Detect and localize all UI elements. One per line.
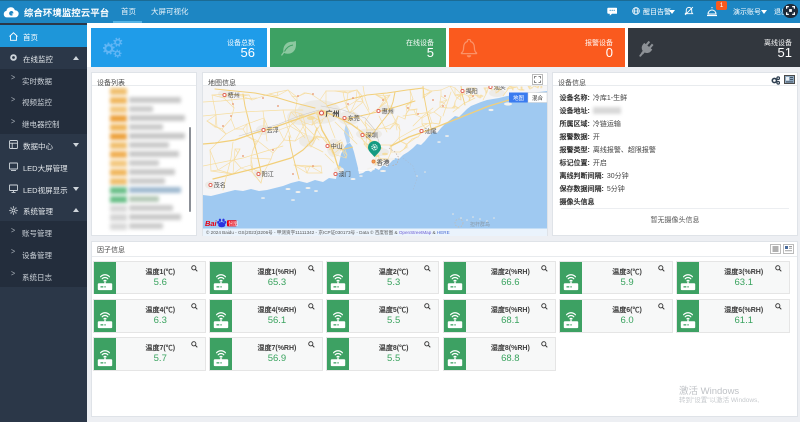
svg-text:东莞: 东莞 bbox=[348, 115, 360, 123]
svg-text:中山: 中山 bbox=[331, 143, 343, 151]
svg-text:地图: 地图 bbox=[513, 94, 525, 102]
svg-text:混合: 混合 bbox=[532, 94, 544, 102]
svg-text:澳门: 澳门 bbox=[339, 171, 351, 179]
svg-text:汕头: 汕头 bbox=[494, 86, 506, 92]
svg-text:云浮: 云浮 bbox=[267, 127, 279, 135]
svg-text:汕尾: 汕尾 bbox=[425, 128, 437, 136]
svg-text:揭阳: 揭阳 bbox=[466, 88, 478, 96]
svg-text:香港: 香港 bbox=[377, 158, 391, 167]
svg-text:Bai: Bai bbox=[205, 219, 218, 228]
svg-text:茂名: 茂名 bbox=[214, 182, 226, 190]
svg-text:梧州: 梧州 bbox=[228, 92, 240, 100]
svg-text:惠州: 惠州 bbox=[382, 108, 394, 116]
svg-text:广州: 广州 bbox=[326, 109, 340, 118]
svg-text:阳江: 阳江 bbox=[262, 171, 274, 179]
svg-text:© 2024 Baidu - GS(2023)3206号 -: © 2024 Baidu - GS(2023)3206号 - 甲测资字11111… bbox=[206, 229, 450, 236]
svg-text:深圳: 深圳 bbox=[366, 132, 378, 140]
svg-text:担杆群岛: 担杆群岛 bbox=[470, 221, 490, 228]
